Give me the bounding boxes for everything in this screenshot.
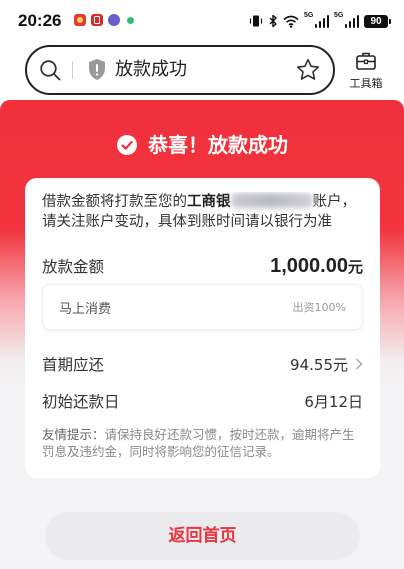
notice-prefix: 借款金额将打款至您的 <box>42 194 187 210</box>
notification-icons <box>74 14 134 26</box>
chevron-right-icon[interactable] <box>355 358 363 370</box>
tip-label: 友情提示： <box>42 427 105 442</box>
bluetooth-icon <box>269 14 277 28</box>
redacted-bank-account <box>230 193 313 208</box>
check-circle-icon <box>117 135 137 155</box>
app-icon-purple <box>108 14 120 26</box>
success-title: 恭喜！放款成功 <box>148 133 288 157</box>
first-due-date-label: 初始还款日 <box>42 393 120 411</box>
notice-line-2: 请关注账户变动，具体到账时间请以银行为准 <box>42 214 332 230</box>
battery-icon: 90 <box>364 14 391 28</box>
shield-icon <box>89 59 105 80</box>
lender-share: 出资100% <box>292 301 346 314</box>
loan-amount-unit: 元 <box>347 257 363 276</box>
app-icon-red-2 <box>91 14 103 26</box>
loan-amount-label: 放款金额 <box>42 258 105 276</box>
signal-icon-2: 5G <box>334 12 359 28</box>
network-type-label: 5G <box>304 12 314 19</box>
toolbox-label: 工具箱 <box>349 77 383 90</box>
success-banner: 恭喜！放款成功 <box>0 131 404 159</box>
loan-result-card: 借款金额将打款至您的工商银 账户， 请关注账户变动，具体到账时间请以银行为准 放款… <box>25 178 380 478</box>
star-icon[interactable] <box>295 57 321 83</box>
loan-amount-value: 1,000.00 <box>270 254 348 277</box>
friendly-tip: 友情提示：请保持良好还款习惯，按时还款，逾期将产生罚息及违约金，同时将影响您的征… <box>42 426 363 460</box>
vibrate-icon <box>249 15 263 27</box>
clock: 20:26 <box>18 11 62 30</box>
toolbox-button[interactable]: 工具箱 <box>342 51 390 91</box>
first-payment[interactable]: 94.55元 <box>290 354 363 375</box>
status-bar: 20:26 5G 5G 90 <box>0 0 404 40</box>
loan-amount-row: 放款金额 1,000.00元 <box>42 252 363 280</box>
first-payment-value: 94.55元 <box>290 355 348 374</box>
search-bar[interactable]: 放款成功 <box>25 45 335 95</box>
first-payment-row[interactable]: 首期应还 94.55元 <box>42 350 363 378</box>
system-status-icons: 5G 5G 90 <box>249 12 391 30</box>
first-due-date-value: 6月12日 <box>304 392 363 411</box>
search-divider <box>72 61 73 79</box>
search-icon[interactable] <box>39 59 61 81</box>
app-icon-red <box>74 14 86 26</box>
first-payment-label: 首期应还 <box>42 356 105 374</box>
lender-name: 马上消费 <box>59 301 112 317</box>
toolbox-icon <box>356 52 376 70</box>
payout-notice: 借款金额将打款至您的工商银 账户， 请关注账户变动，具体到账时间请以银行为准 <box>42 192 363 232</box>
first-due-date-row: 初始还款日 6月12日 <box>42 387 363 415</box>
search-query[interactable]: 放款成功 <box>115 57 187 83</box>
notice-bank-name: 工商银 <box>187 194 231 210</box>
signal-icon-1: 5G <box>304 12 329 28</box>
wifi-icon <box>283 15 299 28</box>
notice-suffix: 账户， <box>312 194 357 210</box>
back-home-button[interactable]: 返回首页 <box>45 512 360 560</box>
loan-amount: 1,000.00元 <box>270 255 363 278</box>
network-type-label: 5G <box>334 12 344 19</box>
lender-info-box: 马上消费 出资100% <box>42 284 363 330</box>
green-dot-icon <box>127 16 134 24</box>
